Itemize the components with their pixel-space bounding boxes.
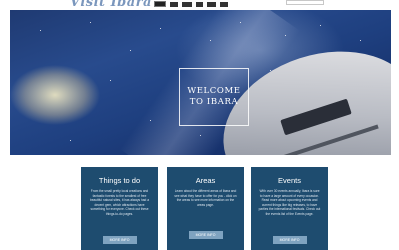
- star: [150, 120, 151, 121]
- nav-item-events[interactable]: [196, 1, 203, 7]
- star: [130, 50, 131, 51]
- star: [90, 22, 91, 23]
- card-title: Areas: [195, 176, 216, 185]
- card-title: Events: [278, 176, 301, 185]
- card-text: Learn about the different areas of Ibara…: [174, 189, 237, 207]
- welcome-box: WELCOME TO IBARA: [179, 68, 249, 126]
- card-title: Things to do: [98, 176, 141, 185]
- card-things-to-do: Things to do From the small pretty local…: [81, 167, 158, 250]
- site-header: Visit Ibara: [0, 0, 399, 10]
- nav-item-contact[interactable]: [220, 1, 228, 7]
- card-text: From the small pretty local creations an…: [89, 189, 149, 216]
- star: [200, 135, 201, 136]
- star: [285, 35, 286, 36]
- card-text: With over 30 events annually, Ibara is s…: [258, 189, 321, 216]
- more-info-button[interactable]: MORE INFO: [188, 231, 223, 239]
- star: [320, 25, 321, 26]
- welcome-heading: WELCOME TO IBARA: [187, 86, 241, 107]
- nav-item-news[interactable]: [207, 1, 216, 7]
- card-events: Events With over 30 events annually, Iba…: [251, 167, 328, 250]
- search-input[interactable]: [286, 0, 324, 5]
- star: [70, 140, 71, 141]
- nav-item-areas[interactable]: [182, 1, 192, 7]
- main-nav: [154, 1, 228, 7]
- star: [160, 28, 161, 29]
- star: [360, 40, 361, 41]
- hero-banner: WELCOME TO IBARA: [10, 10, 391, 155]
- more-info-button[interactable]: MORE INFO: [102, 236, 137, 244]
- star: [210, 40, 211, 41]
- star: [110, 80, 111, 81]
- more-info-button[interactable]: MORE INFO: [272, 236, 307, 244]
- card-areas: Areas Learn about the different areas of…: [167, 167, 244, 250]
- star: [40, 30, 41, 31]
- star: [240, 22, 241, 23]
- site-logo[interactable]: Visit Ibara: [70, 0, 152, 10]
- nav-item-home[interactable]: [154, 1, 166, 7]
- nav-item-things-to-do[interactable]: [170, 1, 178, 7]
